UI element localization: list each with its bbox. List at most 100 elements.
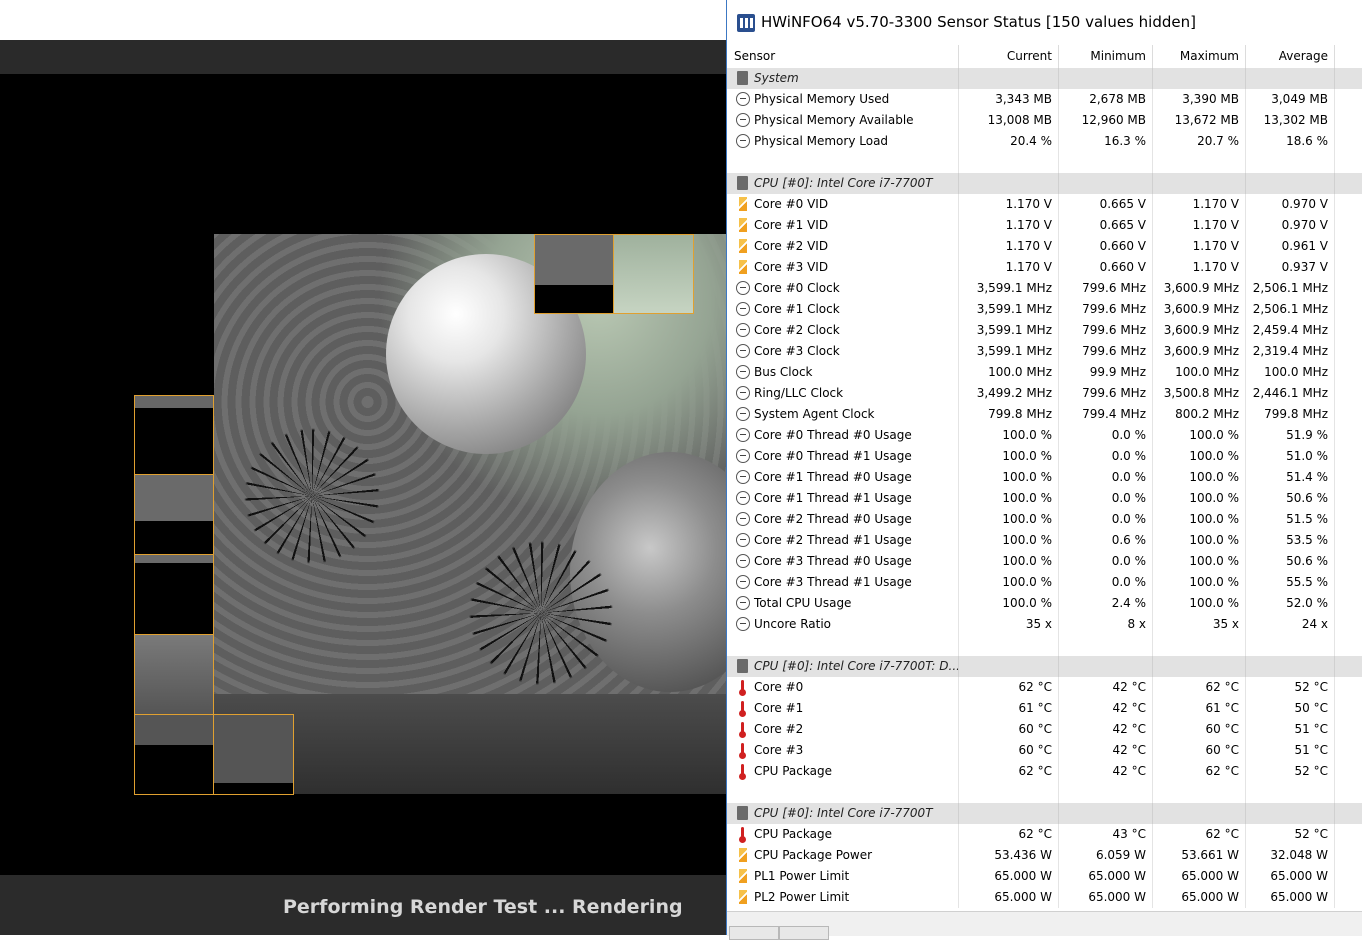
- current-value: 100.0 %: [959, 488, 1059, 509]
- render-bucket: [134, 714, 214, 795]
- sensor-row[interactable]: Core #2 VID 1.170 V 0.660 V 1.170 V 0.961 V: [727, 236, 1362, 257]
- sensor-row[interactable]: Core #1 Clock 3,599.1 MHz 799.6 MHz 3,600.9…: [727, 299, 1362, 320]
- clock-icon: [736, 407, 750, 421]
- current-value: 53.436 W: [959, 845, 1059, 866]
- minimum-value: [1059, 173, 1153, 194]
- sensor-name: Core #2 Thread #1 Usage: [727, 530, 959, 551]
- sensor-name: Core #1 Thread #0 Usage: [727, 467, 959, 488]
- clock-icon: [736, 323, 750, 337]
- voltage-icon: [739, 848, 747, 862]
- sensor-row[interactable]: Core #1 Thread #1 Usage 100.0 % 0.0 % 100.0…: [727, 488, 1362, 509]
- minimum-value: 8 x: [1059, 614, 1153, 635]
- thermometer-icon: [739, 680, 746, 696]
- sensor-name: Uncore Ratio: [727, 614, 959, 635]
- sensor-row[interactable]: CPU Package 62 °C 42 °C 62 °C 52 °C: [727, 761, 1362, 782]
- render-bucket: [534, 234, 614, 314]
- sensor-row[interactable]: Core #3 Thread #0 Usage 100.0 % 0.0 % 100.0…: [727, 551, 1362, 572]
- current-value: 60 °C: [959, 740, 1059, 761]
- average-value: 2,459.4 MHz: [1246, 320, 1335, 341]
- current-value: [959, 635, 1059, 656]
- minimum-value: 0.660 V: [1059, 257, 1153, 278]
- column-header-maximum[interactable]: Maximum: [1153, 45, 1246, 68]
- maximum-value: 20.7 %: [1153, 131, 1246, 152]
- sensor-group-row[interactable]: CPU [#0]: Intel Core i7-7700T: [727, 803, 1362, 824]
- sensor-group-row[interactable]: System: [727, 68, 1362, 89]
- average-value: 799.8 MHz: [1246, 404, 1335, 425]
- sensor-row[interactable]: Core #2 Clock 3,599.1 MHz 799.6 MHz 3,600.9…: [727, 320, 1362, 341]
- sensor-row[interactable]: CPU Package Power 53.436 W 6.059 W 53.661 W…: [727, 845, 1362, 866]
- minimum-value: 799.6 MHz: [1059, 278, 1153, 299]
- title-bar[interactable]: HWiNFO64 v5.70-3300 Sensor Status [150 v…: [727, 0, 1362, 45]
- sensor-row[interactable]: Core #1 61 °C 42 °C 61 °C 50 °C: [727, 698, 1362, 719]
- average-value: 53.5 %: [1246, 530, 1335, 551]
- maximum-value: 13,672 MB: [1153, 110, 1246, 131]
- sensor-row[interactable]: Core #1 Thread #0 Usage 100.0 % 0.0 % 100.0…: [727, 467, 1362, 488]
- sensor-name: Physical Memory Load: [727, 131, 959, 152]
- sensor-row[interactable]: PL2 Power Limit 65.000 W 65.000 W 65.000 W6…: [727, 887, 1362, 908]
- spacer-row: [727, 635, 1362, 656]
- sensor-row[interactable]: Core #3 Thread #1 Usage 100.0 % 0.0 % 100.0…: [727, 572, 1362, 593]
- sensor-row[interactable]: Core #2 Thread #0 Usage 100.0 % 0.0 % 100.0…: [727, 509, 1362, 530]
- sensor-name: Core #1: [727, 698, 959, 719]
- sensor-name: CPU [#0]: Intel Core i7-7700T: D...: [727, 656, 959, 677]
- maximum-value: 100.0 %: [1153, 530, 1246, 551]
- column-header-sensor[interactable]: Sensor: [727, 45, 959, 68]
- minimum-value: 16.3 %: [1059, 131, 1153, 152]
- sensor-row[interactable]: Physical Memory Available 13,008 MB 12,960…: [727, 110, 1362, 131]
- maximum-value: 100.0 %: [1153, 425, 1246, 446]
- sensor-name: [727, 152, 959, 173]
- sensor-row[interactable]: Core #0 VID 1.170 V 0.665 V 1.170 V 0.970 V: [727, 194, 1362, 215]
- sensor-row[interactable]: Core #0 Clock 3,599.1 MHz 799.6 MHz 3,600.9…: [727, 278, 1362, 299]
- chip-icon: [737, 806, 748, 820]
- sensor-name: Core #3: [727, 740, 959, 761]
- maximum-value: 3,600.9 MHz: [1153, 320, 1246, 341]
- toolbar-button[interactable]: [779, 926, 829, 940]
- sensor-row[interactable]: Core #3 60 °C 42 °C 60 °C 51 °C: [727, 740, 1362, 761]
- sensor-name: Bus Clock: [727, 362, 959, 383]
- bottom-toolbar: [727, 911, 1362, 940]
- maximum-value: 3,500.8 MHz: [1153, 383, 1246, 404]
- sensor-group-row[interactable]: CPU [#0]: Intel Core i7-7700T: D...: [727, 656, 1362, 677]
- sensor-row[interactable]: Uncore Ratio 35 x8 x 35 x 24 x: [727, 614, 1362, 635]
- sensor-row[interactable]: Core #1 VID 1.170 V 0.665 V 1.170 V 0.970 V: [727, 215, 1362, 236]
- sensor-row[interactable]: System Agent Clock 799.8 MHz 799.4 MHz 800.…: [727, 404, 1362, 425]
- sensor-row[interactable]: Core #0 Thread #0 Usage 100.0 % 0.0 % 100.0…: [727, 425, 1362, 446]
- column-header-minimum[interactable]: Minimum: [1059, 45, 1153, 68]
- current-value: 100.0 %: [959, 509, 1059, 530]
- sensor-row[interactable]: Core #2 60 °C 42 °C 60 °C 51 °C: [727, 719, 1362, 740]
- sensor-row[interactable]: Total CPU Usage 100.0 % 2.4 % 100.0 % 52.0 %: [727, 593, 1362, 614]
- sensor-row[interactable]: Ring/LLC Clock 3,499.2 MHz 799.6 MHz 3,500.…: [727, 383, 1362, 404]
- maximum-value: 1.170 V: [1153, 236, 1246, 257]
- maximum-value: [1153, 68, 1246, 89]
- sensor-name: Core #0 VID: [727, 194, 959, 215]
- sensor-row[interactable]: PL1 Power Limit 65.000 W 65.000 W 65.000 W6…: [727, 866, 1362, 887]
- column-header-current[interactable]: Current: [959, 45, 1059, 68]
- sensor-row[interactable]: Core #2 Thread #1 Usage 100.0 % 0.6 % 100.0…: [727, 530, 1362, 551]
- minimum-value: 42 °C: [1059, 761, 1153, 782]
- sensor-row[interactable]: Core #0 62 °C 42 °C 62 °C 52 °C: [727, 677, 1362, 698]
- clock-icon: [736, 491, 750, 505]
- sensor-row[interactable]: Bus Clock 100.0 MHz 99.9 MHz 100.0 MHz 100.0…: [727, 362, 1362, 383]
- minimum-value: 42 °C: [1059, 677, 1153, 698]
- sensor-row[interactable]: Core #3 VID 1.170 V 0.660 V 1.170 V 0.937 V: [727, 257, 1362, 278]
- average-value: 3,049 MB: [1246, 89, 1335, 110]
- minimum-value: 0.0 %: [1059, 467, 1153, 488]
- minimum-value: 0.0 %: [1059, 509, 1153, 530]
- sensor-name: Core #2: [727, 719, 959, 740]
- average-value: 2,506.1 MHz: [1246, 299, 1335, 320]
- column-header-average[interactable]: Average: [1246, 45, 1335, 68]
- sensor-row[interactable]: Physical Memory Load 20.4 % 16.3 % 20.7 % 18…: [727, 131, 1362, 152]
- sensor-row[interactable]: CPU Package 62 °C 43 °C 62 °C 52 °C: [727, 824, 1362, 845]
- sensor-group-row[interactable]: CPU [#0]: Intel Core i7-7700T: [727, 173, 1362, 194]
- average-value: 51 °C: [1246, 719, 1335, 740]
- maximum-value: 1.170 V: [1153, 257, 1246, 278]
- minimum-value: 799.6 MHz: [1059, 383, 1153, 404]
- current-value: 100.0 %: [959, 467, 1059, 488]
- sensor-row[interactable]: Core #0 Thread #1 Usage 100.0 % 0.0 % 100.0…: [727, 446, 1362, 467]
- toolbar-button[interactable]: [729, 926, 779, 940]
- current-value: 13,008 MB: [959, 110, 1059, 131]
- sensor-row[interactable]: Physical Memory Used 3,343 MB 2,678 MB 3,39…: [727, 89, 1362, 110]
- current-value: 20.4 %: [959, 131, 1059, 152]
- thermometer-icon: [739, 743, 746, 759]
- sensor-row[interactable]: Core #3 Clock 3,599.1 MHz 799.6 MHz 3,600.9…: [727, 341, 1362, 362]
